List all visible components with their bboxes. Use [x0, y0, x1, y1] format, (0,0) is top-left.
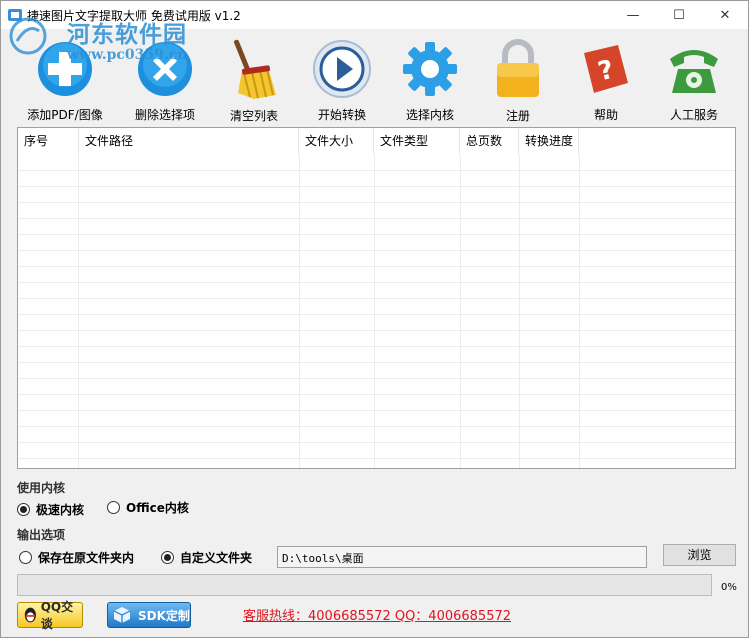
sdk-custom-button[interactable]: SDK定制 — [107, 602, 191, 628]
window-title: 捷速图片文字提取大师 免费试用版 v1.2 — [27, 9, 241, 23]
output-original-folder-label: 保存在原文件夹内 — [38, 551, 135, 565]
output-section-title: 输出选项 — [17, 528, 66, 542]
qq-chat-label: QQ交谈 — [40, 600, 74, 631]
service-hotline-link[interactable]: 客服热线：4006685572 QQ：4006685572 — [243, 605, 511, 624]
file-table[interactable]: 序号 文件路径 文件大小 文件类型 总页数 转换进度 — [17, 127, 736, 469]
radio-indicator — [107, 501, 120, 514]
table-header: 序号 文件路径 文件大小 文件类型 总页数 转换进度 — [18, 128, 735, 154]
minimize-button[interactable]: — — [610, 1, 656, 29]
radio-indicator — [17, 503, 30, 516]
help-label: 帮助 — [593, 108, 618, 122]
add-icon — [33, 37, 97, 100]
telephone-icon — [662, 37, 726, 100]
delete-selected-button[interactable]: 删除选择项 — [127, 29, 203, 123]
kernel-office-label: Office内核 — [126, 501, 189, 515]
output-custom-folder-label: 自定义文件夹 — [180, 551, 253, 565]
output-path-field[interactable]: D:\tools\桌面 — [277, 546, 647, 568]
browse-button[interactable]: 浏览 — [663, 544, 736, 566]
toolbar: 添加PDF/图像 删除选择项 清空列表 开始转换 选择内核 注册 ? 帮助 人工… — [1, 29, 748, 123]
progress-percent: 0% — [721, 582, 737, 593]
add-pdf-image-button[interactable]: 添加PDF/图像 — [23, 29, 107, 123]
lock-icon — [486, 37, 550, 101]
column-header-pages[interactable]: 总页数 — [460, 128, 519, 154]
start-convert-button[interactable]: 开始转换 — [309, 29, 375, 123]
qq-penguin-icon — [24, 607, 36, 623]
select-kernel-button[interactable]: 选择内核 — [397, 29, 463, 123]
sdk-custom-label: SDK定制 — [138, 608, 190, 623]
kernel-section-title: 使用内核 — [17, 481, 66, 495]
maximize-button[interactable]: ☐ — [656, 1, 702, 29]
output-custom-folder-radio[interactable]: 自定义文件夹 — [161, 549, 252, 566]
manual-service-button[interactable]: 人工服务 — [661, 29, 727, 123]
column-header-type[interactable]: 文件类型 — [374, 128, 460, 154]
clear-list-label: 清空列表 — [229, 109, 278, 123]
close-button[interactable]: ✕ — [702, 1, 748, 29]
sdk-cube-icon — [113, 607, 131, 623]
kernel-office-radio[interactable]: Office内核 — [107, 499, 189, 516]
column-header-path[interactable]: 文件路径 — [79, 128, 299, 154]
title-bar: 捷速图片文字提取大师 免费试用版 v1.2 — ☐ ✕ — [1, 1, 748, 29]
register-label: 注册 — [505, 109, 530, 123]
help-button[interactable]: ? 帮助 — [573, 29, 639, 123]
kernel-fast-label: 极速内核 — [36, 503, 85, 517]
output-original-folder-radio[interactable]: 保存在原文件夹内 — [19, 549, 134, 566]
help-book-icon: ? — [574, 37, 638, 100]
clear-list-button[interactable]: 清空列表 — [221, 29, 287, 123]
qq-chat-button[interactable]: QQ交谈 — [17, 600, 83, 631]
column-header-size[interactable]: 文件大小 — [299, 128, 374, 154]
main-window: 捷速图片文字提取大师 免费试用版 v1.2 — ☐ ✕ 添加PDF/图像 删除选… — [0, 0, 749, 638]
start-convert-label: 开始转换 — [317, 108, 366, 122]
add-pdf-image-label: 添加PDF/图像 — [27, 108, 103, 122]
delete-selected-label: 删除选择项 — [134, 108, 195, 122]
conversion-progress-bar — [17, 574, 712, 596]
manual-service-label: 人工服务 — [669, 108, 718, 122]
radio-indicator — [161, 551, 174, 564]
broom-icon — [222, 37, 286, 101]
column-header-index[interactable]: 序号 — [18, 128, 79, 154]
play-icon — [310, 37, 374, 100]
column-header-progress[interactable]: 转换进度 — [519, 128, 579, 154]
select-kernel-label: 选择内核 — [405, 108, 454, 122]
app-icon — [8, 9, 22, 21]
table-grid — [18, 154, 735, 468]
kernel-fast-radio[interactable]: 极速内核 — [17, 501, 84, 518]
delete-icon — [133, 37, 197, 100]
register-button[interactable]: 注册 — [485, 29, 551, 123]
radio-indicator — [19, 551, 32, 564]
gear-icon — [398, 37, 462, 100]
